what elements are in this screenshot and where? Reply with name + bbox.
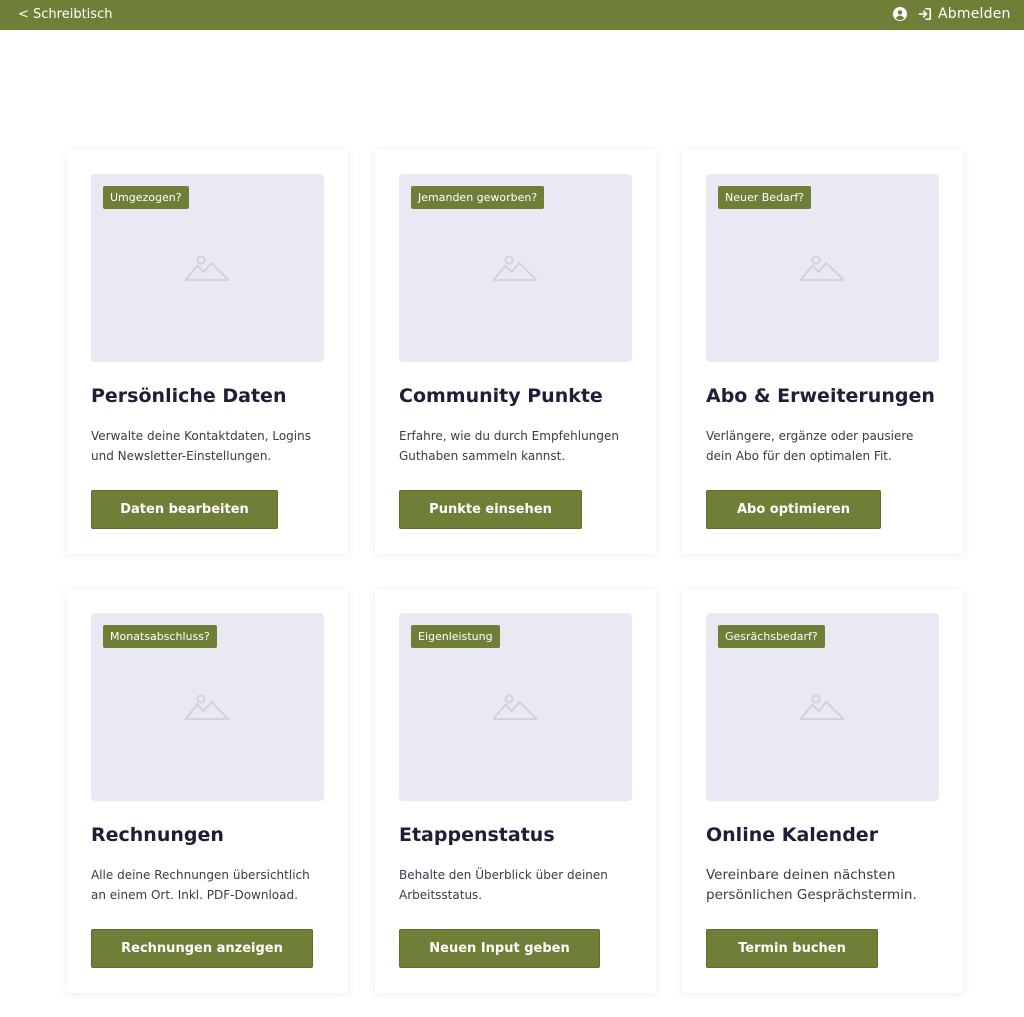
card-badge: Monatsabschluss?: [103, 625, 217, 648]
card-stage-status: Eigenleistung Etappenstatus Behalte den …: [375, 589, 656, 993]
card-title: Abo & Erweiterungen: [706, 385, 935, 407]
card-description: Erfahre, wie du durch Empfehlungen Gutha…: [399, 429, 619, 463]
image-placeholder-icon: [799, 255, 845, 281]
image-placeholder-icon: [184, 255, 230, 281]
card-description: Verwalte deine Kontaktdaten, Logins und …: [91, 429, 311, 463]
card-community-points: Jemanden geworben? Community Punkte Erfa…: [375, 150, 656, 554]
card-description: Vereinbare deinen nächsten persönlichen …: [706, 867, 917, 903]
edit-data-button[interactable]: Daten bearbeiten: [91, 490, 278, 529]
card-badge: Umgezogen?: [103, 186, 189, 209]
card-description: Alle deine Rechnungen übersichtlich an e…: [91, 868, 310, 902]
card-badge: Gesrächsbedarf?: [718, 625, 825, 648]
card-title: Community Punkte: [399, 385, 603, 407]
card-online-calendar: Gesrächsbedarf? Online Kalender Vereinba…: [682, 589, 963, 993]
card-badge: Eigenleistung: [411, 625, 500, 648]
card-badge: Neuer Bedarf?: [718, 186, 812, 209]
new-input-button[interactable]: Neuen Input geben: [399, 929, 600, 968]
back-to-desk-link[interactable]: < Schreibtisch: [18, 6, 112, 23]
image-placeholder-icon: [492, 694, 538, 720]
user-circle-icon[interactable]: [893, 7, 907, 21]
card-subscription: Neuer Bedarf? Abo & Erweiterungen Verlän…: [682, 150, 963, 554]
card-title: Online Kalender: [706, 824, 879, 846]
card-personal-data: Umgezogen? Persönliche Daten Verwalte de…: [67, 150, 348, 554]
card-title: Rechnungen: [91, 824, 224, 846]
optimize-subscription-button[interactable]: Abo optimieren: [706, 490, 881, 529]
card-description: Behalte den Überblick über deinen Arbeit…: [399, 868, 608, 902]
book-appointment-button[interactable]: Termin buchen: [706, 929, 878, 968]
show-invoices-button[interactable]: Rechnungen anzeigen: [91, 929, 313, 968]
card-image: Eigenleistung: [399, 613, 632, 801]
card-title: Persönliche Daten: [91, 385, 287, 407]
logout-label: Abmelden: [938, 6, 1011, 22]
card-invoices: Monatsabschluss? Rechnungen Alle deine R…: [67, 589, 348, 993]
image-placeholder-icon: [184, 694, 230, 720]
image-placeholder-icon: [799, 694, 845, 720]
card-image: Neuer Bedarf?: [706, 174, 939, 362]
top-bar: < Schreibtisch Abmelden: [0, 0, 1024, 30]
view-points-button[interactable]: Punkte einsehen: [399, 490, 582, 529]
card-description: Verlängere, ergänze oder pausiere dein A…: [706, 429, 914, 463]
card-image: Gesrächsbedarf?: [706, 613, 939, 801]
image-placeholder-icon: [492, 255, 538, 281]
logout-button[interactable]: Abmelden: [918, 5, 1011, 23]
card-image: Monatsabschluss?: [91, 613, 324, 801]
sign-in-icon: [918, 7, 932, 21]
card-title: Etappenstatus: [399, 824, 555, 846]
card-image: Jemanden geworben?: [399, 174, 632, 362]
card-badge: Jemanden geworben?: [411, 186, 545, 209]
card-image: Umgezogen?: [91, 174, 324, 362]
